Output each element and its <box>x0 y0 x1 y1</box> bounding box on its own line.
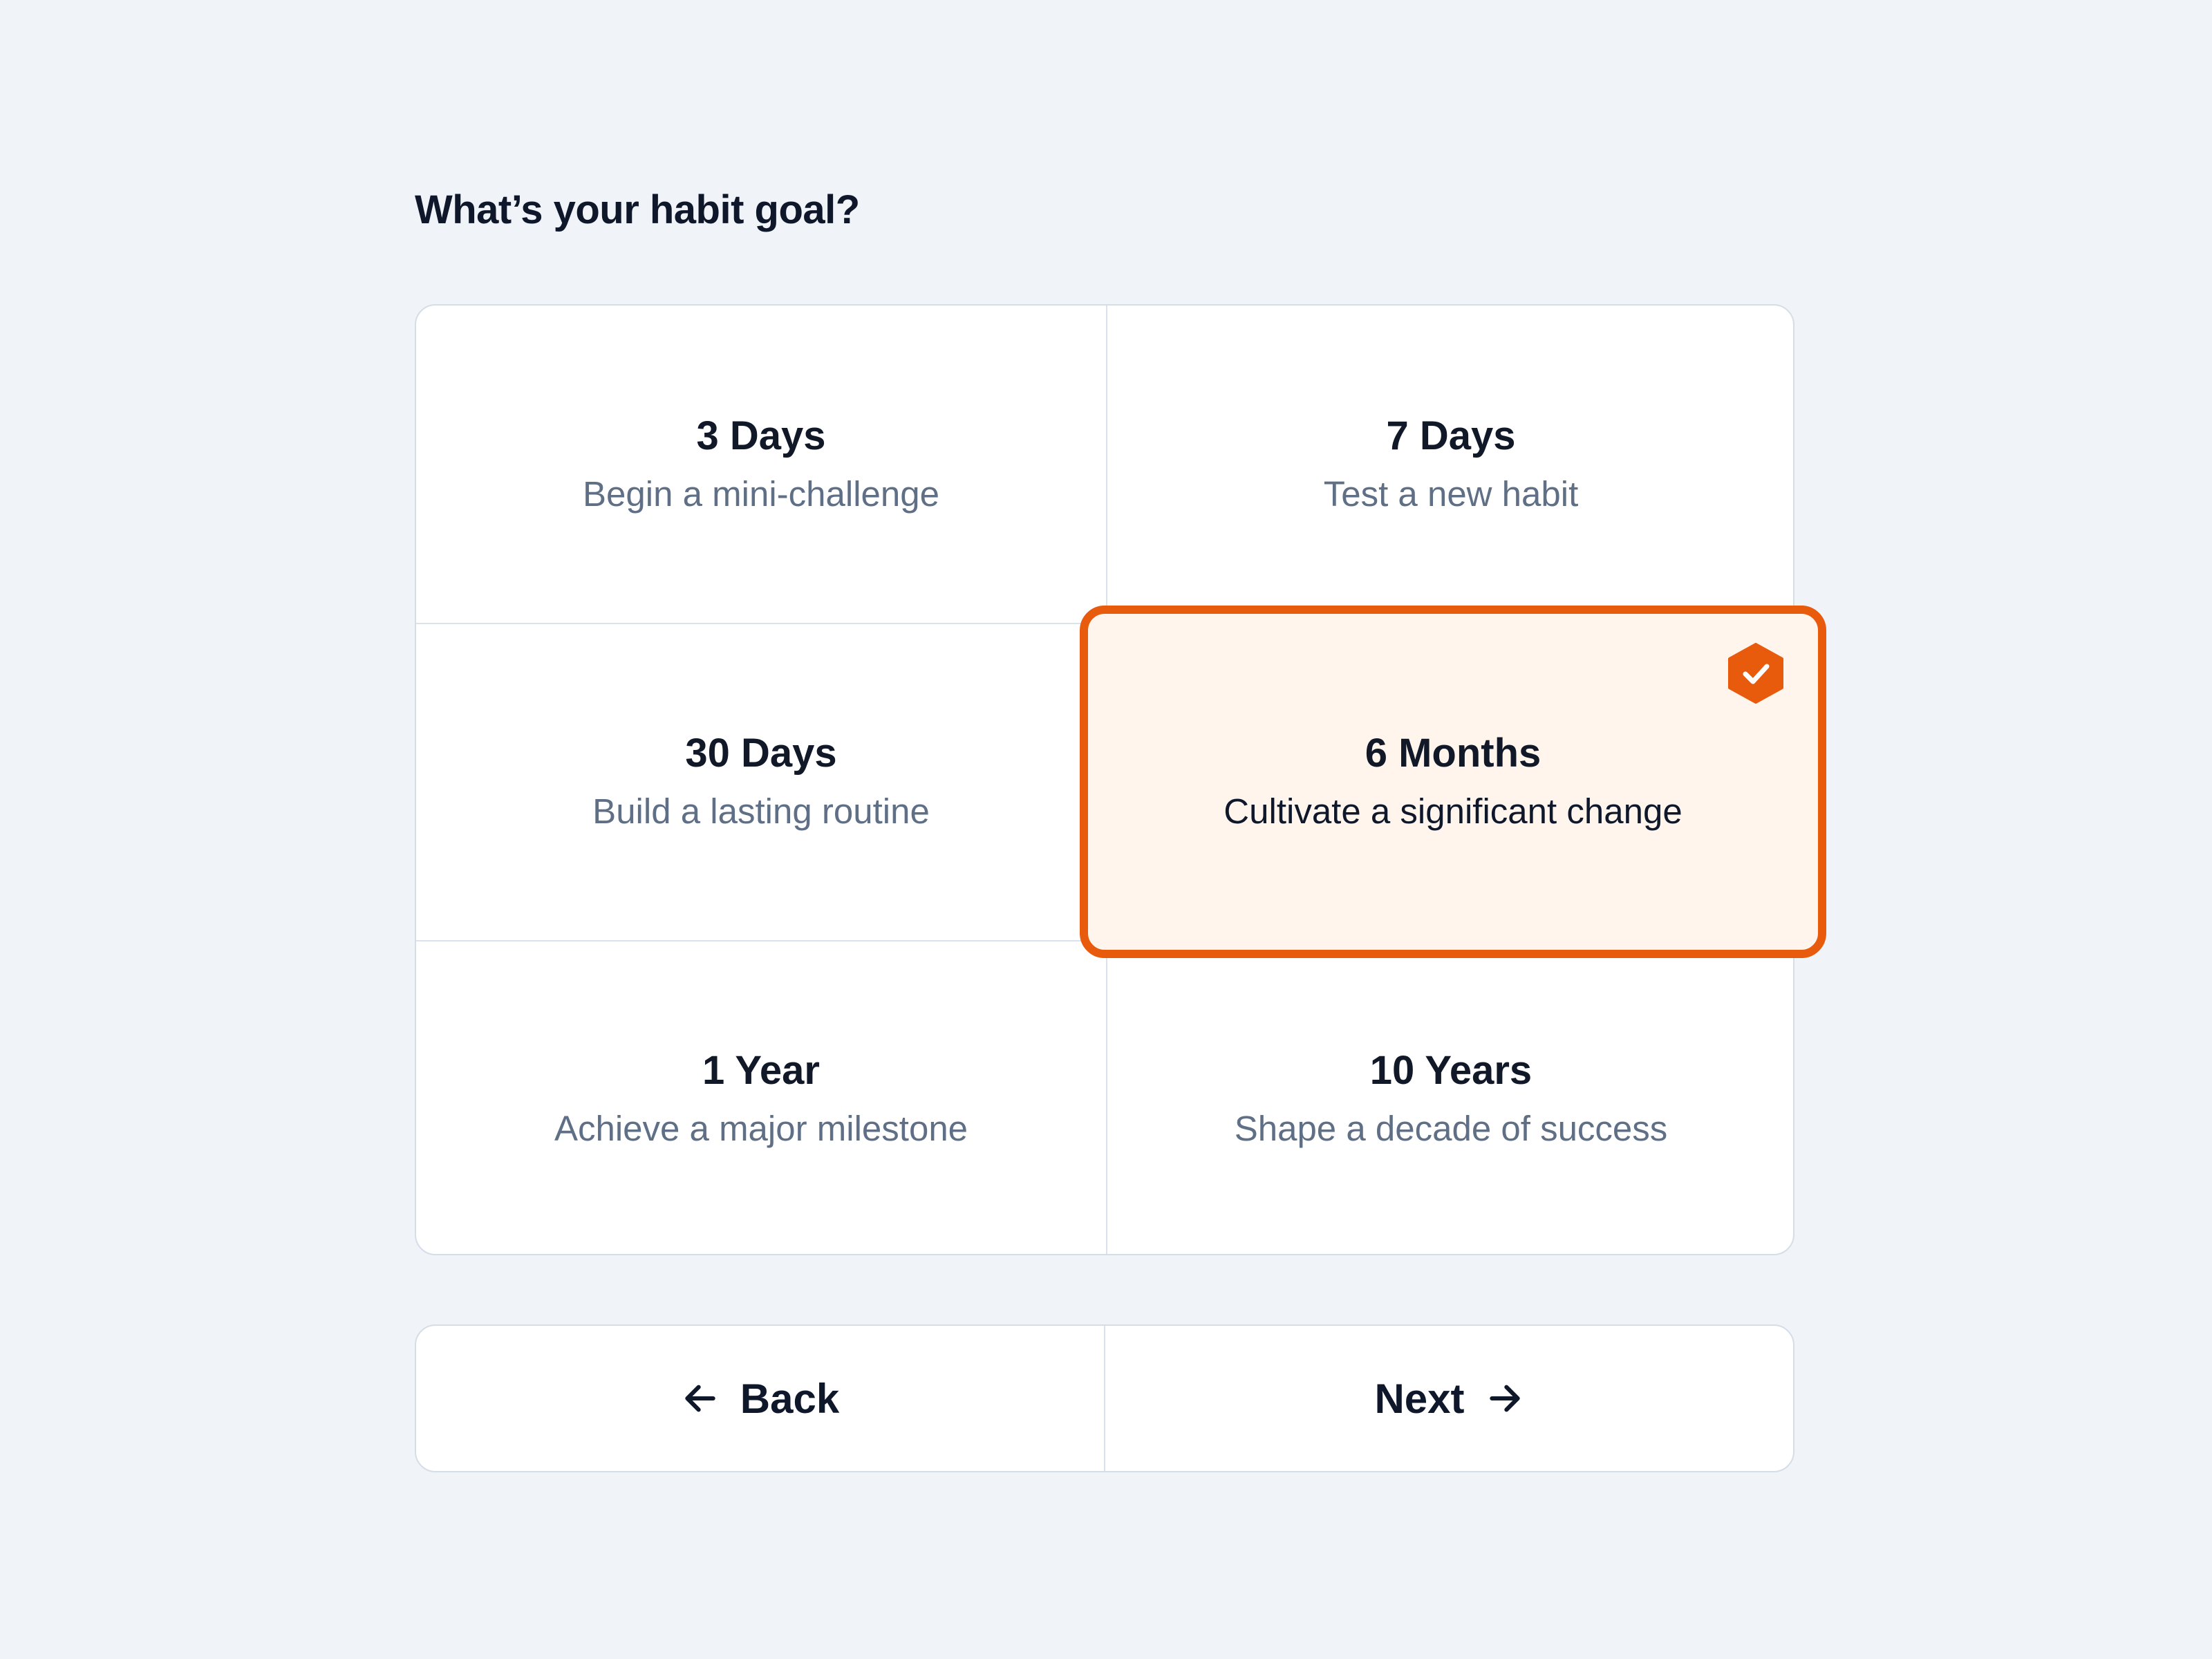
check-badge-icon <box>1728 643 1783 704</box>
option-6-months[interactable]: 6 Months Cultivate a significant change <box>1080 606 1826 958</box>
page-title: What’s your habit goal? <box>415 187 860 232</box>
option-title: 1 Year <box>702 1047 820 1093</box>
navigation-bar: Back Next <box>415 1324 1794 1472</box>
option-title: 7 Days <box>1386 413 1516 458</box>
option-subtitle: Cultivate a significant change <box>1224 791 1683 831</box>
option-subtitle: Test a new habit <box>1323 474 1579 514</box>
option-subtitle: Build a lasting routine <box>592 791 930 831</box>
option-1-year[interactable]: 1 Year Achieve a major milestone <box>416 940 1106 1257</box>
arrow-left-icon <box>685 1385 715 1412</box>
option-subtitle: Shape a decade of success <box>1234 1108 1668 1148</box>
option-subtitle: Begin a mini-challenge <box>583 474 939 514</box>
next-button-label: Next <box>1374 1375 1465 1422</box>
option-7-days[interactable]: 7 Days Test a new habit <box>1106 306 1796 623</box>
option-title: 6 Months <box>1365 731 1541 776</box>
back-button-label: Back <box>740 1375 840 1422</box>
arrow-right-icon <box>1489 1385 1520 1412</box>
option-3-days[interactable]: 3 Days Begin a mini-challenge <box>416 306 1106 623</box>
option-title: 10 Years <box>1369 1047 1533 1093</box>
next-button[interactable]: Next <box>1105 1326 1793 1471</box>
option-subtitle: Achieve a major milestone <box>554 1108 968 1148</box>
option-title: 30 Days <box>685 730 837 776</box>
goal-options-grid: 3 Days Begin a mini-challenge 7 Days Tes… <box>415 304 1826 1257</box>
option-30-days[interactable]: 30 Days Build a lasting routine <box>416 623 1106 940</box>
option-title: 3 Days <box>696 413 826 458</box>
back-button[interactable]: Back <box>416 1326 1104 1471</box>
option-10-years[interactable]: 10 Years Shape a decade of success <box>1106 940 1796 1257</box>
